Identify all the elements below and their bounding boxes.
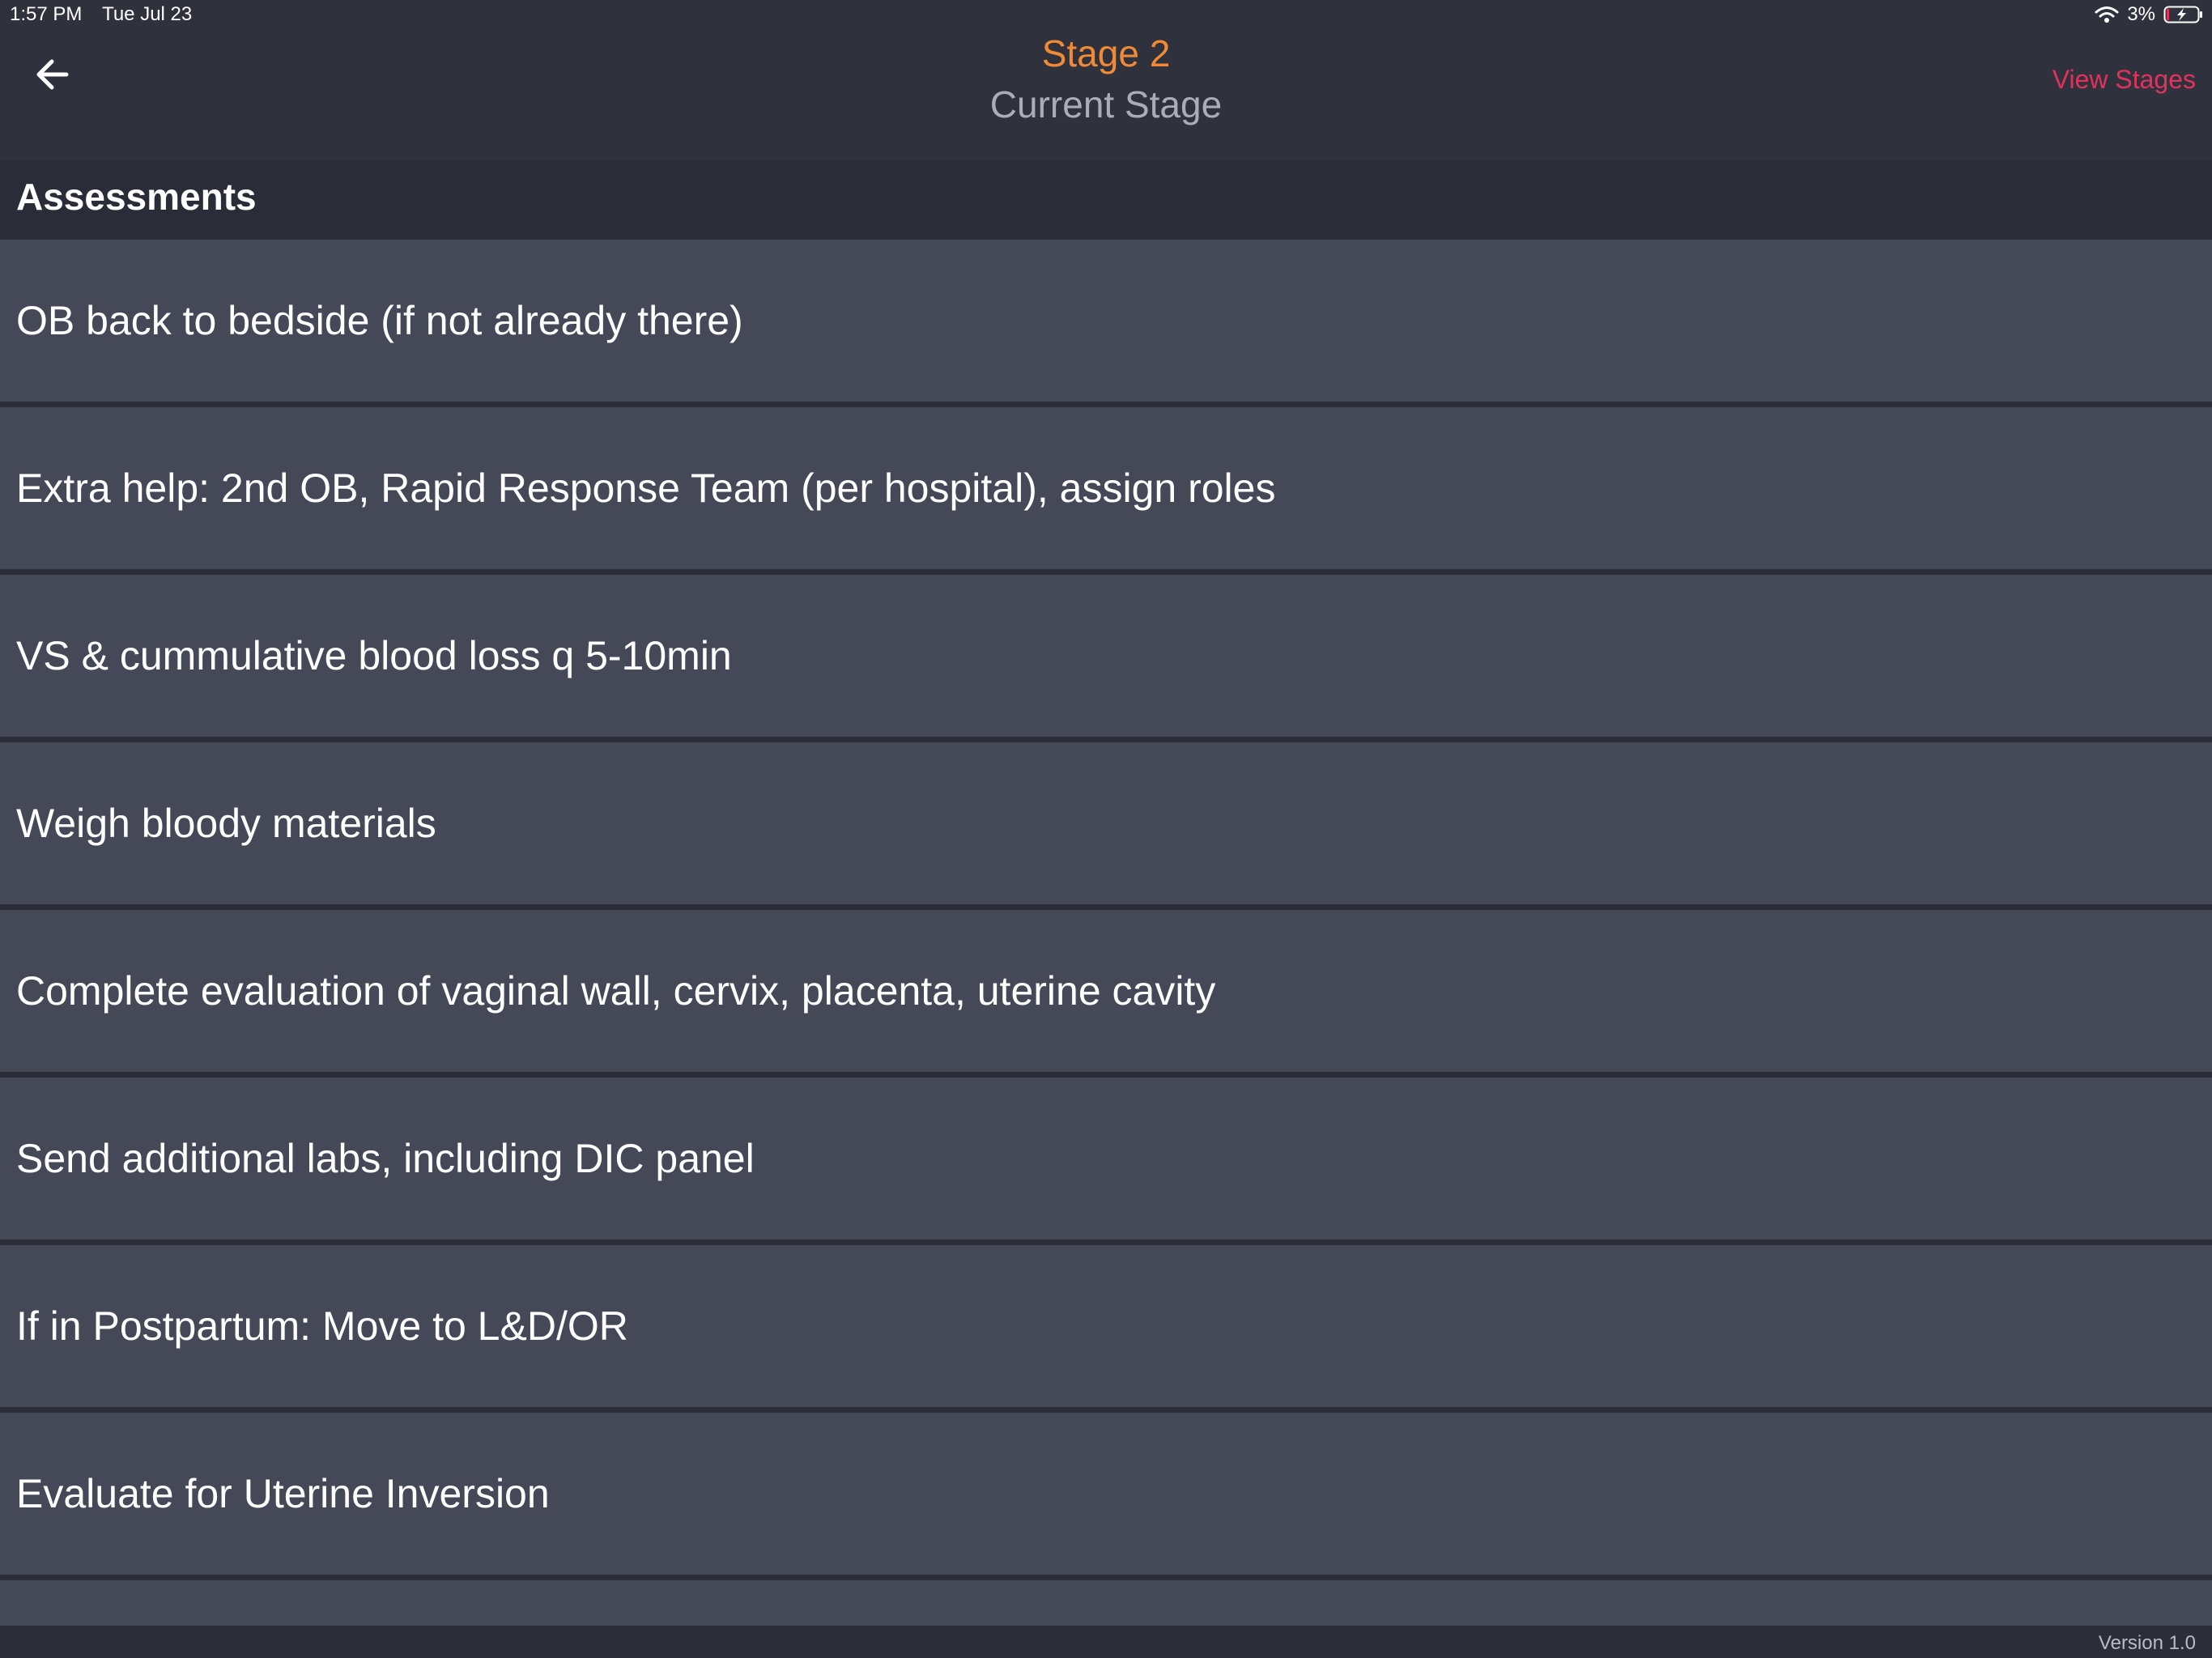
list-item-label: If in Postpartum: Move to L&D/OR [16,1303,628,1349]
version-label: Version 1.0 [2098,1632,2196,1654]
list-item-label: Evaluate for Uterine Inversion [16,1471,550,1516]
status-date: Tue Jul 23 [102,3,193,25]
assessment-list: OB back to bedside (if not already there… [0,240,2212,1633]
list-item-label: OB back to bedside (if not already there… [16,298,743,343]
list-item[interactable]: Complete evaluation of vaginal wall, cer… [0,910,2212,1072]
section-title: Assessments [16,176,257,218]
list-item[interactable]: Send additional labs, including DIC pane… [0,1078,2212,1239]
page-subtitle: Current Stage [989,83,1223,125]
section-header: Assessments [0,160,2212,238]
list-item[interactable]: OB back to bedside (if not already there… [0,240,2212,402]
list-item-label: VS & cummulative blood loss q 5-10min [16,633,732,678]
list-item-label: Weigh bloody materials [16,801,436,846]
page-title: Stage 2 [1041,32,1171,74]
list-item[interactable]: Weigh bloody materials [0,742,2212,904]
list-item-label: Send additional labs, including DIC pane… [16,1136,755,1181]
status-bar: 1:57 PM Tue Jul 23 3% [0,0,2212,32]
battery-charging-icon [2163,5,2204,24]
view-stages-button[interactable]: View Stages [2052,65,2196,95]
battery-percent: 3% [2127,3,2155,25]
status-time: 1:57 PM [10,3,83,25]
list-item[interactable]: If in Postpartum: Move to L&D/OR [0,1245,2212,1407]
list-item[interactable]: Evaluate for Uterine Inversion [0,1413,2212,1575]
nav-title-group: Stage 2 Current Stage [0,29,2212,131]
list-item[interactable]: Extra help: 2nd OB, Rapid Response Team … [0,407,2212,569]
list-item[interactable]: VS & cummulative blood loss q 5-10min [0,575,2212,737]
wifi-icon [2095,5,2119,24]
footer: Version 1.0 [0,1626,2212,1658]
list-item-partial[interactable] [0,1580,2212,1627]
list-item-label: Extra help: 2nd OB, Rapid Response Team … [16,466,1276,511]
list-item-label: Complete evaluation of vaginal wall, cer… [16,968,1216,1014]
